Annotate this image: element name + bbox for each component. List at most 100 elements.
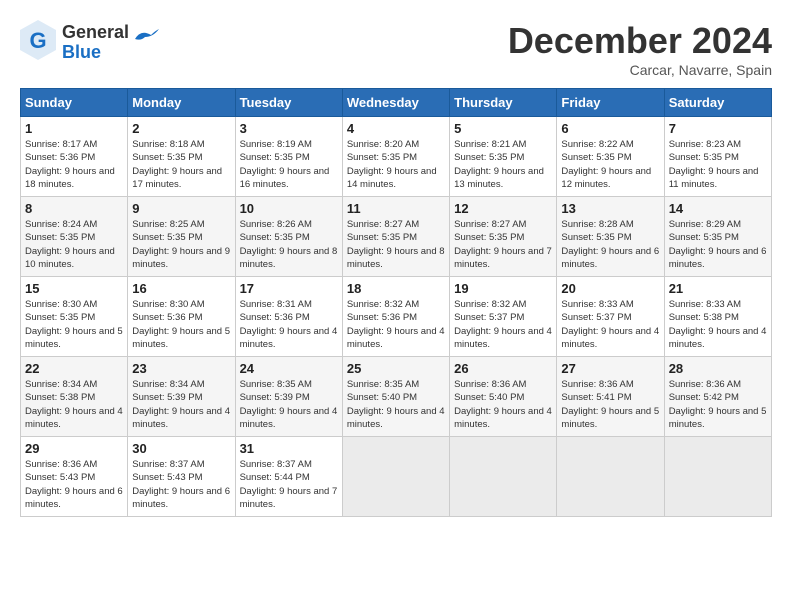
calendar-table: SundayMondayTuesdayWednesdayThursdayFrid… bbox=[20, 88, 772, 517]
day-number: 4 bbox=[347, 121, 445, 136]
day-number: 27 bbox=[561, 361, 659, 376]
calendar-day-cell: 2 Sunrise: 8:18 AM Sunset: 5:35 PM Daylig… bbox=[128, 117, 235, 197]
calendar-day-cell: 1Sunrise: 8:17 AM Sunset: 5:36 PM Daylig… bbox=[21, 117, 128, 197]
day-info: Sunrise: 8:37 AM Sunset: 5:44 PM Dayligh… bbox=[240, 458, 338, 511]
calendar-day-cell: 31 Sunrise: 8:37 AM Sunset: 5:44 PM Dayli… bbox=[235, 437, 342, 517]
day-number: 24 bbox=[240, 361, 338, 376]
calendar-day-cell: 25 Sunrise: 8:35 AM Sunset: 5:40 PM Dayli… bbox=[342, 357, 449, 437]
day-info: Sunrise: 8:23 AM Sunset: 5:35 PM Dayligh… bbox=[669, 138, 767, 191]
calendar-day-cell: 12 Sunrise: 8:27 AM Sunset: 5:35 PM Dayli… bbox=[450, 197, 557, 277]
day-info: Sunrise: 8:33 AM Sunset: 5:38 PM Dayligh… bbox=[669, 298, 767, 351]
day-info: Sunrise: 8:32 AM Sunset: 5:37 PM Dayligh… bbox=[454, 298, 552, 351]
calendar-week-row: 8 Sunrise: 8:24 AM Sunset: 5:35 PM Daylig… bbox=[21, 197, 772, 277]
day-number: 21 bbox=[669, 281, 767, 296]
day-number: 14 bbox=[669, 201, 767, 216]
day-of-week-header: Wednesday bbox=[342, 89, 449, 117]
day-info: Sunrise: 8:26 AM Sunset: 5:35 PM Dayligh… bbox=[240, 218, 338, 271]
day-number: 29 bbox=[25, 441, 123, 456]
day-number: 2 bbox=[132, 121, 230, 136]
calendar-day-cell: 29 Sunrise: 8:36 AM Sunset: 5:43 PM Dayli… bbox=[21, 437, 128, 517]
day-info: Sunrise: 8:34 AM Sunset: 5:38 PM Dayligh… bbox=[25, 378, 123, 431]
day-number: 26 bbox=[454, 361, 552, 376]
calendar-day-cell: 3Sunrise: 8:19 AM Sunset: 5:35 PM Daylig… bbox=[235, 117, 342, 197]
day-info: Sunrise: 8:18 AM Sunset: 5:35 PM Dayligh… bbox=[132, 138, 230, 191]
day-number: 28 bbox=[669, 361, 767, 376]
day-info: Sunrise: 8:27 AM Sunset: 5:35 PM Dayligh… bbox=[454, 218, 552, 271]
calendar-week-row: 15Sunrise: 8:30 AM Sunset: 5:35 PM Dayli… bbox=[21, 277, 772, 357]
calendar-day-cell: 27 Sunrise: 8:36 AM Sunset: 5:41 PM Dayli… bbox=[557, 357, 664, 437]
logo-blue-text: Blue bbox=[62, 43, 129, 63]
logo-bird-icon bbox=[131, 27, 159, 49]
calendar-day-cell: 17 Sunrise: 8:31 AM Sunset: 5:36 PM Dayli… bbox=[235, 277, 342, 357]
day-number: 10 bbox=[240, 201, 338, 216]
day-info: Sunrise: 8:32 AM Sunset: 5:36 PM Dayligh… bbox=[347, 298, 445, 351]
day-number: 11 bbox=[347, 201, 445, 216]
location-subtitle: Carcar, Navarre, Spain bbox=[508, 62, 772, 78]
calendar-header-row: SundayMondayTuesdayWednesdayThursdayFrid… bbox=[21, 89, 772, 117]
day-of-week-header: Monday bbox=[128, 89, 235, 117]
day-info: Sunrise: 8:24 AM Sunset: 5:35 PM Dayligh… bbox=[25, 218, 123, 271]
calendar-day-cell: 21 Sunrise: 8:33 AM Sunset: 5:38 PM Dayli… bbox=[664, 277, 771, 357]
calendar-day-cell: 22Sunrise: 8:34 AM Sunset: 5:38 PM Dayli… bbox=[21, 357, 128, 437]
day-info: Sunrise: 8:20 AM Sunset: 5:35 PM Dayligh… bbox=[347, 138, 445, 191]
day-number: 18 bbox=[347, 281, 445, 296]
calendar-day-cell: 30 Sunrise: 8:37 AM Sunset: 5:43 PM Dayli… bbox=[128, 437, 235, 517]
day-info: Sunrise: 8:37 AM Sunset: 5:43 PM Dayligh… bbox=[132, 458, 230, 511]
day-number: 9 bbox=[132, 201, 230, 216]
day-number: 23 bbox=[132, 361, 230, 376]
day-info: Sunrise: 8:36 AM Sunset: 5:40 PM Dayligh… bbox=[454, 378, 552, 431]
calendar-day-cell bbox=[450, 437, 557, 517]
day-of-week-header: Sunday bbox=[21, 89, 128, 117]
calendar-day-cell: 4 Sunrise: 8:20 AM Sunset: 5:35 PM Daylig… bbox=[342, 117, 449, 197]
calendar-day-cell: 26 Sunrise: 8:36 AM Sunset: 5:40 PM Dayli… bbox=[450, 357, 557, 437]
calendar-day-cell: 7 Sunrise: 8:23 AM Sunset: 5:35 PM Daylig… bbox=[664, 117, 771, 197]
calendar-day-cell: 24 Sunrise: 8:35 AM Sunset: 5:39 PM Dayli… bbox=[235, 357, 342, 437]
day-number: 25 bbox=[347, 361, 445, 376]
day-number: 1 bbox=[25, 121, 123, 136]
calendar-day-cell: 23 Sunrise: 8:34 AM Sunset: 5:39 PM Dayli… bbox=[128, 357, 235, 437]
day-of-week-header: Friday bbox=[557, 89, 664, 117]
day-number: 30 bbox=[132, 441, 230, 456]
calendar-day-cell: 13 Sunrise: 8:28 AM Sunset: 5:35 PM Dayli… bbox=[557, 197, 664, 277]
day-number: 20 bbox=[561, 281, 659, 296]
day-info: Sunrise: 8:36 AM Sunset: 5:43 PM Dayligh… bbox=[25, 458, 123, 511]
calendar-day-cell: 11 Sunrise: 8:27 AM Sunset: 5:35 PM Dayli… bbox=[342, 197, 449, 277]
day-info: Sunrise: 8:22 AM Sunset: 5:35 PM Dayligh… bbox=[561, 138, 659, 191]
day-number: 19 bbox=[454, 281, 552, 296]
calendar-day-cell: 19 Sunrise: 8:32 AM Sunset: 5:37 PM Dayli… bbox=[450, 277, 557, 357]
calendar-day-cell: 15Sunrise: 8:30 AM Sunset: 5:35 PM Dayli… bbox=[21, 277, 128, 357]
day-info: Sunrise: 8:35 AM Sunset: 5:40 PM Dayligh… bbox=[347, 378, 445, 431]
day-number: 8 bbox=[25, 201, 123, 216]
calendar-day-cell bbox=[557, 437, 664, 517]
calendar-day-cell: 6Sunrise: 8:22 AM Sunset: 5:35 PM Daylig… bbox=[557, 117, 664, 197]
day-info: Sunrise: 8:28 AM Sunset: 5:35 PM Dayligh… bbox=[561, 218, 659, 271]
day-number: 3 bbox=[240, 121, 338, 136]
calendar-week-row: 22Sunrise: 8:34 AM Sunset: 5:38 PM Dayli… bbox=[21, 357, 772, 437]
day-of-week-header: Saturday bbox=[664, 89, 771, 117]
day-number: 7 bbox=[669, 121, 767, 136]
day-info: Sunrise: 8:21 AM Sunset: 5:35 PM Dayligh… bbox=[454, 138, 552, 191]
day-number: 12 bbox=[454, 201, 552, 216]
day-number: 17 bbox=[240, 281, 338, 296]
calendar-day-cell: 10 Sunrise: 8:26 AM Sunset: 5:35 PM Dayli… bbox=[235, 197, 342, 277]
calendar-week-row: 1Sunrise: 8:17 AM Sunset: 5:36 PM Daylig… bbox=[21, 117, 772, 197]
day-info: Sunrise: 8:35 AM Sunset: 5:39 PM Dayligh… bbox=[240, 378, 338, 431]
day-info: Sunrise: 8:31 AM Sunset: 5:36 PM Dayligh… bbox=[240, 298, 338, 351]
day-number: 5 bbox=[454, 121, 552, 136]
calendar-day-cell: 20Sunrise: 8:33 AM Sunset: 5:37 PM Dayli… bbox=[557, 277, 664, 357]
day-of-week-header: Thursday bbox=[450, 89, 557, 117]
day-number: 13 bbox=[561, 201, 659, 216]
title-block: December 2024 Carcar, Navarre, Spain bbox=[508, 20, 772, 78]
day-info: Sunrise: 8:27 AM Sunset: 5:35 PM Dayligh… bbox=[347, 218, 445, 271]
day-number: 31 bbox=[240, 441, 338, 456]
calendar-day-cell: 14Sunrise: 8:29 AM Sunset: 5:35 PM Dayli… bbox=[664, 197, 771, 277]
logo-icon: G bbox=[20, 20, 56, 60]
day-number: 16 bbox=[132, 281, 230, 296]
day-info: Sunrise: 8:36 AM Sunset: 5:41 PM Dayligh… bbox=[561, 378, 659, 431]
day-info: Sunrise: 8:34 AM Sunset: 5:39 PM Dayligh… bbox=[132, 378, 230, 431]
day-info: Sunrise: 8:30 AM Sunset: 5:36 PM Dayligh… bbox=[132, 298, 230, 351]
day-number: 15 bbox=[25, 281, 123, 296]
calendar-day-cell bbox=[342, 437, 449, 517]
calendar-week-row: 29 Sunrise: 8:36 AM Sunset: 5:43 PM Dayli… bbox=[21, 437, 772, 517]
calendar-day-cell: 9Sunrise: 8:25 AM Sunset: 5:35 PM Daylig… bbox=[128, 197, 235, 277]
